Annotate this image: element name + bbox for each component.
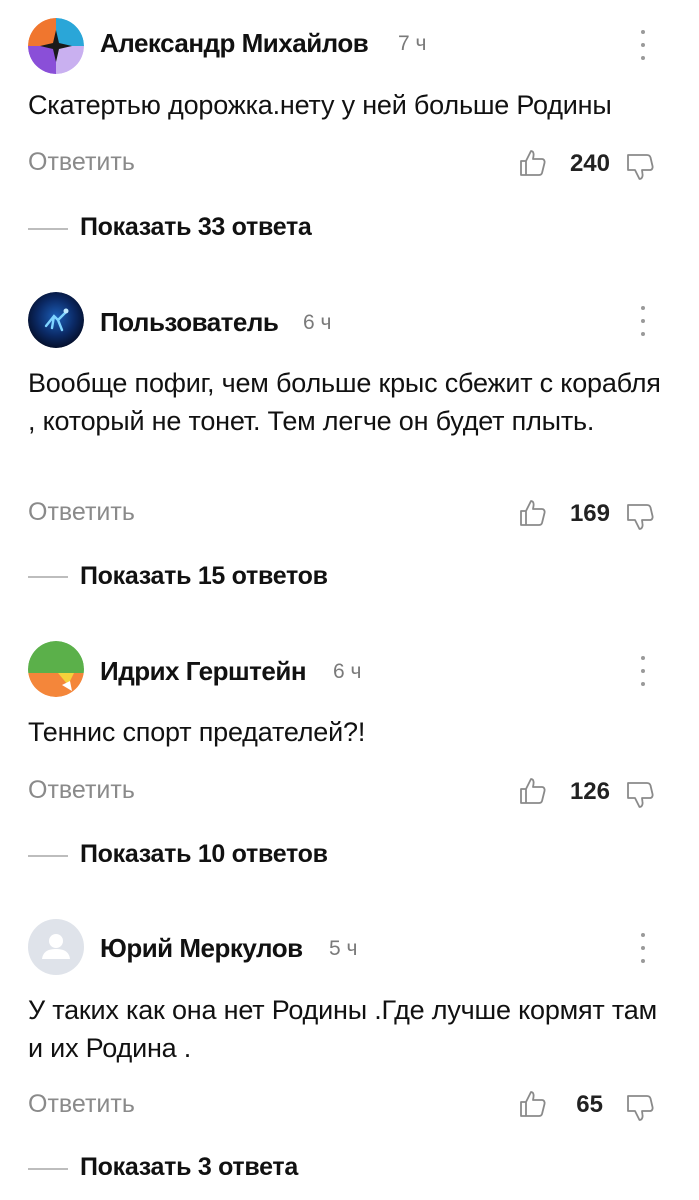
comment-time: 6 ч [303, 311, 332, 334]
more-options-icon[interactable] [636, 306, 650, 336]
thumbs-up-icon[interactable] [518, 148, 548, 178]
comment-text: У таких как она нет Родины .Где лучше ко… [28, 995, 657, 1063]
thumbs-down-icon[interactable] [625, 152, 655, 182]
like-count: 126 [569, 778, 610, 805]
reply-button[interactable]: Ответить [28, 498, 135, 527]
thumbs-down-icon[interactable] [625, 1093, 655, 1123]
author-name[interactable]: Александр Михайлов [100, 28, 369, 59]
more-options-icon[interactable] [636, 933, 650, 963]
default-user-icon [42, 934, 70, 959]
avatar[interactable] [28, 919, 84, 975]
reply-button[interactable]: Ответить [28, 1090, 135, 1119]
reply-button[interactable]: Ответить [28, 776, 135, 805]
comment-time: 5 ч [329, 937, 358, 960]
show-replies-button[interactable]: Показать 3 ответа [80, 1153, 298, 1182]
quadrant-logo-icon [28, 18, 84, 74]
shapes-logo-icon [28, 641, 84, 697]
comment-text: Вообще пофиг, чем больше крыс сбежит с к… [28, 368, 661, 436]
more-options-icon[interactable] [636, 656, 650, 686]
show-replies-button[interactable]: Показать 15 ответов [80, 562, 328, 591]
thumbs-up-icon[interactable] [518, 498, 548, 528]
comment-text: Теннис спорт предателей?! [28, 717, 366, 747]
comment-text: Скатертью дорожка.нету у ней больше Роди… [28, 90, 612, 120]
comment-time: 7 ч [398, 32, 427, 55]
thread-line [28, 228, 68, 230]
comment-time: 6 ч [333, 660, 362, 683]
more-options-icon[interactable] [636, 30, 650, 60]
author-name[interactable]: Юрий Меркулов [100, 933, 303, 964]
thumbs-up-icon[interactable] [518, 776, 548, 806]
thread-line [28, 855, 68, 857]
figure-avatar-icon [28, 292, 84, 348]
author-name[interactable]: Пользователь [100, 307, 279, 338]
author-name[interactable]: Идрих Герштейн [100, 656, 307, 687]
thread-line [28, 576, 68, 578]
avatar[interactable] [28, 641, 84, 697]
show-replies-button[interactable]: Показать 10 ответов [80, 840, 328, 869]
avatar[interactable] [28, 18, 84, 74]
like-count: 65 [576, 1091, 603, 1118]
show-replies-button[interactable]: Показать 33 ответа [80, 213, 312, 242]
like-count: 169 [569, 500, 610, 527]
thumbs-down-icon[interactable] [625, 502, 655, 532]
thread-line [28, 1168, 68, 1170]
reply-button[interactable]: Ответить [28, 148, 135, 177]
avatar[interactable] [28, 292, 84, 348]
thumbs-down-icon[interactable] [625, 780, 655, 810]
like-count: 240 [569, 150, 610, 177]
